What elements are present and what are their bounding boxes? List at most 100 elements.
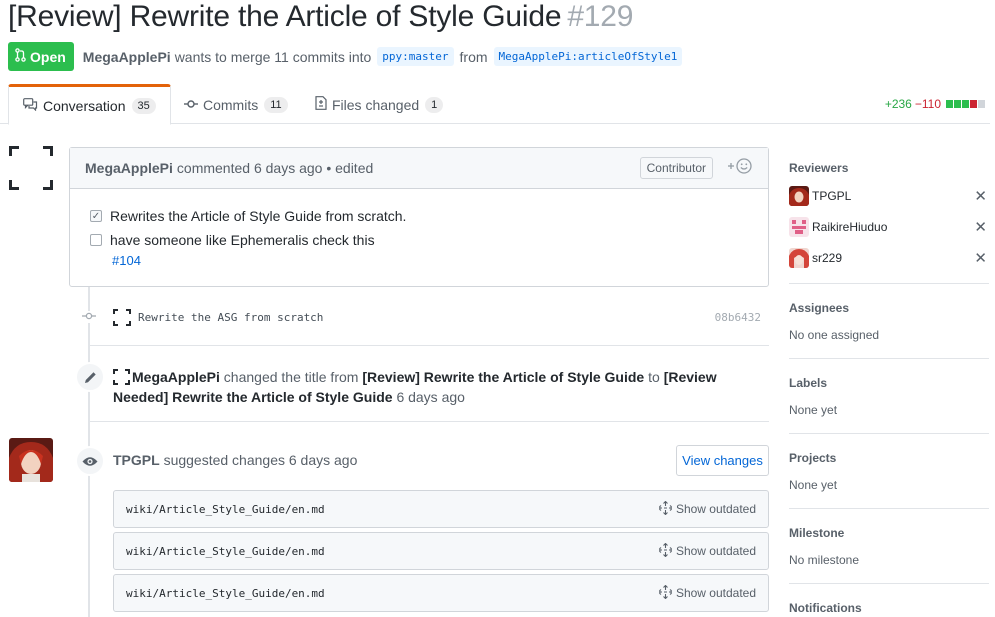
task-item: have someone like Ephemeralis check this [90,232,375,248]
event-time: 6 days ago [396,389,465,405]
pr-author-link[interactable]: MegaApplePi [83,49,171,65]
show-outdated-button[interactable]: Show outdated [659,500,756,518]
assignees-heading[interactable]: Assignees [789,301,989,315]
unfold-icon [659,584,672,602]
reviewer-name-link[interactable]: sr229 [812,251,842,265]
commit-sha-link[interactable]: 08b6432 [715,311,761,324]
show-outdated-button[interactable]: Show outdated [659,542,756,560]
smiley-icon[interactable] [727,158,753,178]
close-icon[interactable]: ✕ [974,218,987,236]
pr-title-text: [Review] Rewrite the Article of Style Gu… [8,0,562,33]
labels-empty: None yet [789,403,838,417]
git-pull-request-icon [15,48,26,65]
sidebar-divider [789,508,989,509]
projects-empty: None yet [789,478,838,492]
avatar[interactable] [789,248,809,268]
file-diff-icon [315,96,327,113]
event-changed-text: changed the title from [223,369,359,385]
comment-discussion-icon [23,97,38,114]
avatar[interactable] [789,217,809,237]
task-text: Rewrites the Article of Style Guide from… [110,208,407,224]
tab-files-changed[interactable]: Files changed 1 [301,84,457,125]
task-item: ✓ Rewrites the Article of Style Guide fr… [90,208,406,224]
milestone-empty: No milestone [789,553,860,567]
tab-label: Conversation [43,97,126,114]
tab-counter: 35 [131,97,156,114]
tab-label: Files changed [332,96,420,113]
diffstat-block [978,100,985,108]
file-path[interactable]: wiki/Article_Style_Guide/en.md [126,503,325,516]
pr-title: [Review] Rewrite the Article of Style Gu… [8,0,633,34]
show-outdated-label: Show outdated [675,586,756,600]
projects-section: Projects None yet [789,451,989,492]
assignees-section: Assignees No one assigned [789,301,989,342]
eye-icon [75,446,105,476]
commit-avatar-placeholder[interactable] [113,309,131,326]
avatar[interactable] [9,438,53,482]
diffstat-blocks [945,97,985,111]
projects-heading[interactable]: Projects [789,451,989,465]
diffstat-block [954,100,961,108]
diffstat-additions: +236 [884,97,912,111]
reviewer-name-link[interactable]: RaikireHiuduo [812,220,887,234]
avatar[interactable] [789,186,809,206]
close-icon[interactable]: ✕ [974,187,987,205]
close-icon[interactable]: ✕ [974,249,987,267]
timeline-divider [90,421,769,422]
outdated-file: wiki/Article_Style_Guide/en.md Show outd… [113,574,769,612]
notifications-heading: Notifications [789,601,862,615]
task-checkbox-unchecked[interactable] [90,234,102,246]
unfold-icon [659,500,672,518]
sidebar-divider [789,583,989,584]
diffstat: +236 −110 [885,97,985,111]
pr-meta: Open MegaApplePi wants to merge 11 commi… [8,42,688,71]
reviewer-item: sr229 ✕ [789,247,989,269]
task-checkbox-checked[interactable]: ✓ [90,210,102,222]
file-path[interactable]: wiki/Article_Style_Guide/en.md [126,545,325,558]
reviewers-heading[interactable]: Reviewers [789,161,989,175]
pr-number: #129 [567,0,634,33]
tab-commits[interactable]: Commits 11 [170,84,302,125]
review-action: suggested changes 6 days ago [163,452,358,468]
issue-reference-link[interactable]: #104 [112,253,141,268]
commit-message-link[interactable]: Rewrite the ASG from scratch [138,311,323,324]
from-text: from [459,48,488,65]
milestone-heading[interactable]: Milestone [789,526,989,540]
timeline-divider [90,345,769,346]
state-label: Open [30,48,66,65]
unfold-icon [659,542,672,560]
review-summary: TPGPL suggested changes 6 days ago [113,452,357,468]
file-path[interactable]: wiki/Article_Style_Guide/en.md [126,587,325,600]
tab-conversation[interactable]: Conversation 35 [8,84,171,125]
comment-author-link[interactable]: MegaApplePi [85,160,173,176]
git-commit-icon [184,97,198,112]
diffstat-deletions: −110 [914,97,941,111]
milestone-section: Milestone No milestone [789,526,989,567]
merge-text: wants to merge 11 commits into [174,48,372,65]
diffstat-block [970,100,977,108]
old-title: [Review] Rewrite the Article of Style Gu… [362,369,645,385]
reviewer-name-link[interactable]: TPGPL [812,189,851,203]
sidebar-divider [789,283,989,284]
tab-counter: 11 [264,96,288,113]
task-text: have someone like Ephemeralis check this [110,232,375,248]
contributor-badge: Contributor [639,157,713,179]
labels-heading[interactable]: Labels [789,376,989,390]
review-author-link[interactable]: TPGPL [113,452,160,468]
avatar-placeholder[interactable] [9,146,53,190]
reviewer-item: RaikireHiuduo ✕ [789,216,989,238]
head-branch[interactable]: MegaApplePi:articleOfStyle1 [493,47,683,66]
actor-avatar-placeholder[interactable] [113,369,130,385]
outdated-file: wiki/Article_Style_Guide/en.md Show outd… [113,532,769,570]
diffstat-block [946,100,953,108]
base-branch[interactable]: ppy:master [377,47,454,66]
assignees-empty: No one assigned [789,328,880,342]
show-outdated-label: Show outdated [675,502,756,516]
event-actor-link[interactable]: MegaApplePi [132,369,220,385]
pr-tabs: Conversation 35 Commits 11 Files changed… [0,84,990,125]
view-changes-button[interactable]: View changes [676,445,769,476]
sidebar-divider [789,433,989,434]
outdated-file: wiki/Article_Style_Guide/en.md Show outd… [113,490,769,528]
show-outdated-button[interactable]: Show outdated [659,584,756,602]
diffstat-block [962,100,969,108]
